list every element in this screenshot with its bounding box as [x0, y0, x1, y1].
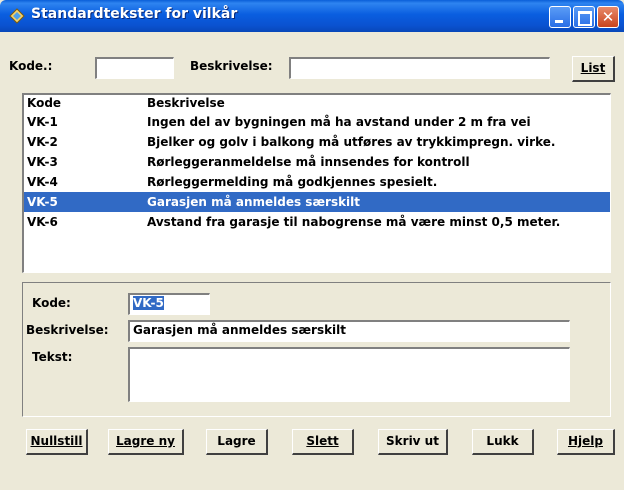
lagre-button[interactable]: Lagre — [206, 429, 268, 455]
detail-kode-value: VK-5 — [133, 296, 164, 310]
slett-button-label: Slett — [306, 434, 339, 448]
row-code: VK-3 — [27, 155, 58, 169]
detail-tekst-label: Tekst: — [32, 350, 73, 364]
slett-button[interactable]: Slett — [292, 429, 354, 455]
list-item-selected[interactable]: VK-5 Garasjen må anmeldes særskilt — [24, 192, 610, 212]
minimize-button[interactable] — [549, 6, 571, 28]
row-code: VK-2 — [27, 135, 58, 149]
list-item[interactable]: VK-3 Rørleggeranmeldelse må innsendes fo… — [24, 152, 610, 172]
list-item[interactable]: VK-2 Bjelker og golv i balkong må utføre… — [24, 132, 610, 152]
list-item[interactable]: VK-1 Ingen del av bygningen må ha avstan… — [24, 112, 610, 132]
close-button[interactable]: ✕ — [597, 6, 619, 28]
row-description: Ingen del av bygningen må ha avstand und… — [147, 115, 531, 129]
close-icon: ✕ — [601, 8, 615, 26]
detail-beskrivelse-label: Beskrivelse: — [26, 323, 109, 337]
list-item[interactable]: VK-6 Avstand fra garasje til nabogrense … — [24, 212, 610, 232]
list-header: Kode Beskrivelse — [24, 95, 610, 113]
detail-kode-input[interactable]: VK-5 — [128, 293, 210, 315]
maximize-button[interactable] — [573, 6, 595, 28]
row-code: VK-5 — [27, 195, 58, 209]
row-description: Rørleggeranmeldelse må innsendes for kon… — [147, 155, 470, 169]
row-code: VK-4 — [27, 175, 58, 189]
hjelp-button[interactable]: Hjelp — [557, 429, 615, 455]
column-header-beskrivelse: Beskrivelse — [147, 96, 225, 110]
list-item[interactable]: VK-4 Rørleggermelding må godkjennes spes… — [24, 172, 610, 192]
list-button[interactable]: List — [572, 56, 615, 82]
nullstill-button-label: Nullstill — [30, 434, 83, 448]
lagre-button-label: Lagre — [217, 434, 256, 448]
nullstill-button[interactable]: Nullstill — [26, 429, 88, 455]
hjelp-button-label: Hjelp — [568, 434, 603, 448]
app-window: Standardtekster for vilkår ✕ Kode.: Besk… — [0, 0, 624, 490]
title-bar[interactable]: Standardtekster for vilkår ✕ — [0, 0, 624, 32]
search-beskrivelse-input[interactable] — [289, 57, 550, 79]
detail-kode-label: Kode: — [32, 296, 71, 310]
window-title: Standardtekster for vilkår — [31, 6, 238, 22]
row-description: Rørleggermelding må godkjennes spesielt. — [147, 175, 438, 189]
row-description: Avstand fra garasje til nabogrense må væ… — [147, 215, 561, 229]
row-code: VK-6 — [27, 215, 58, 229]
lukk-button-label: Lukk — [486, 434, 519, 448]
row-code: VK-1 — [27, 115, 58, 129]
app-icon — [9, 8, 25, 24]
search-beskrivelse-label: Beskrivelse: — [190, 59, 273, 73]
skriv-ut-button-label: Skriv ut — [386, 434, 439, 448]
row-description: Bjelker og golv i balkong må utføres av … — [147, 135, 556, 149]
search-kode-label: Kode.: — [9, 59, 53, 73]
row-description: Garasjen må anmeldes særskilt — [147, 195, 361, 209]
lukk-button[interactable]: Lukk — [472, 429, 534, 455]
skriv-ut-button[interactable]: Skriv ut — [378, 429, 448, 455]
detail-beskrivelse-input[interactable]: Garasjen må anmeldes særskilt — [128, 320, 570, 342]
search-kode-input[interactable] — [95, 57, 174, 79]
column-header-kode: Kode — [27, 96, 62, 110]
detail-tekst-textarea[interactable] — [128, 347, 570, 402]
lagre-ny-button-label: Lagre ny — [116, 434, 175, 448]
lagre-ny-button[interactable]: Lagre ny — [108, 429, 184, 455]
conditions-list[interactable]: Kode Beskrivelse VK-1 Ingen del av bygni… — [22, 93, 611, 273]
list-button-label: List — [580, 61, 606, 75]
